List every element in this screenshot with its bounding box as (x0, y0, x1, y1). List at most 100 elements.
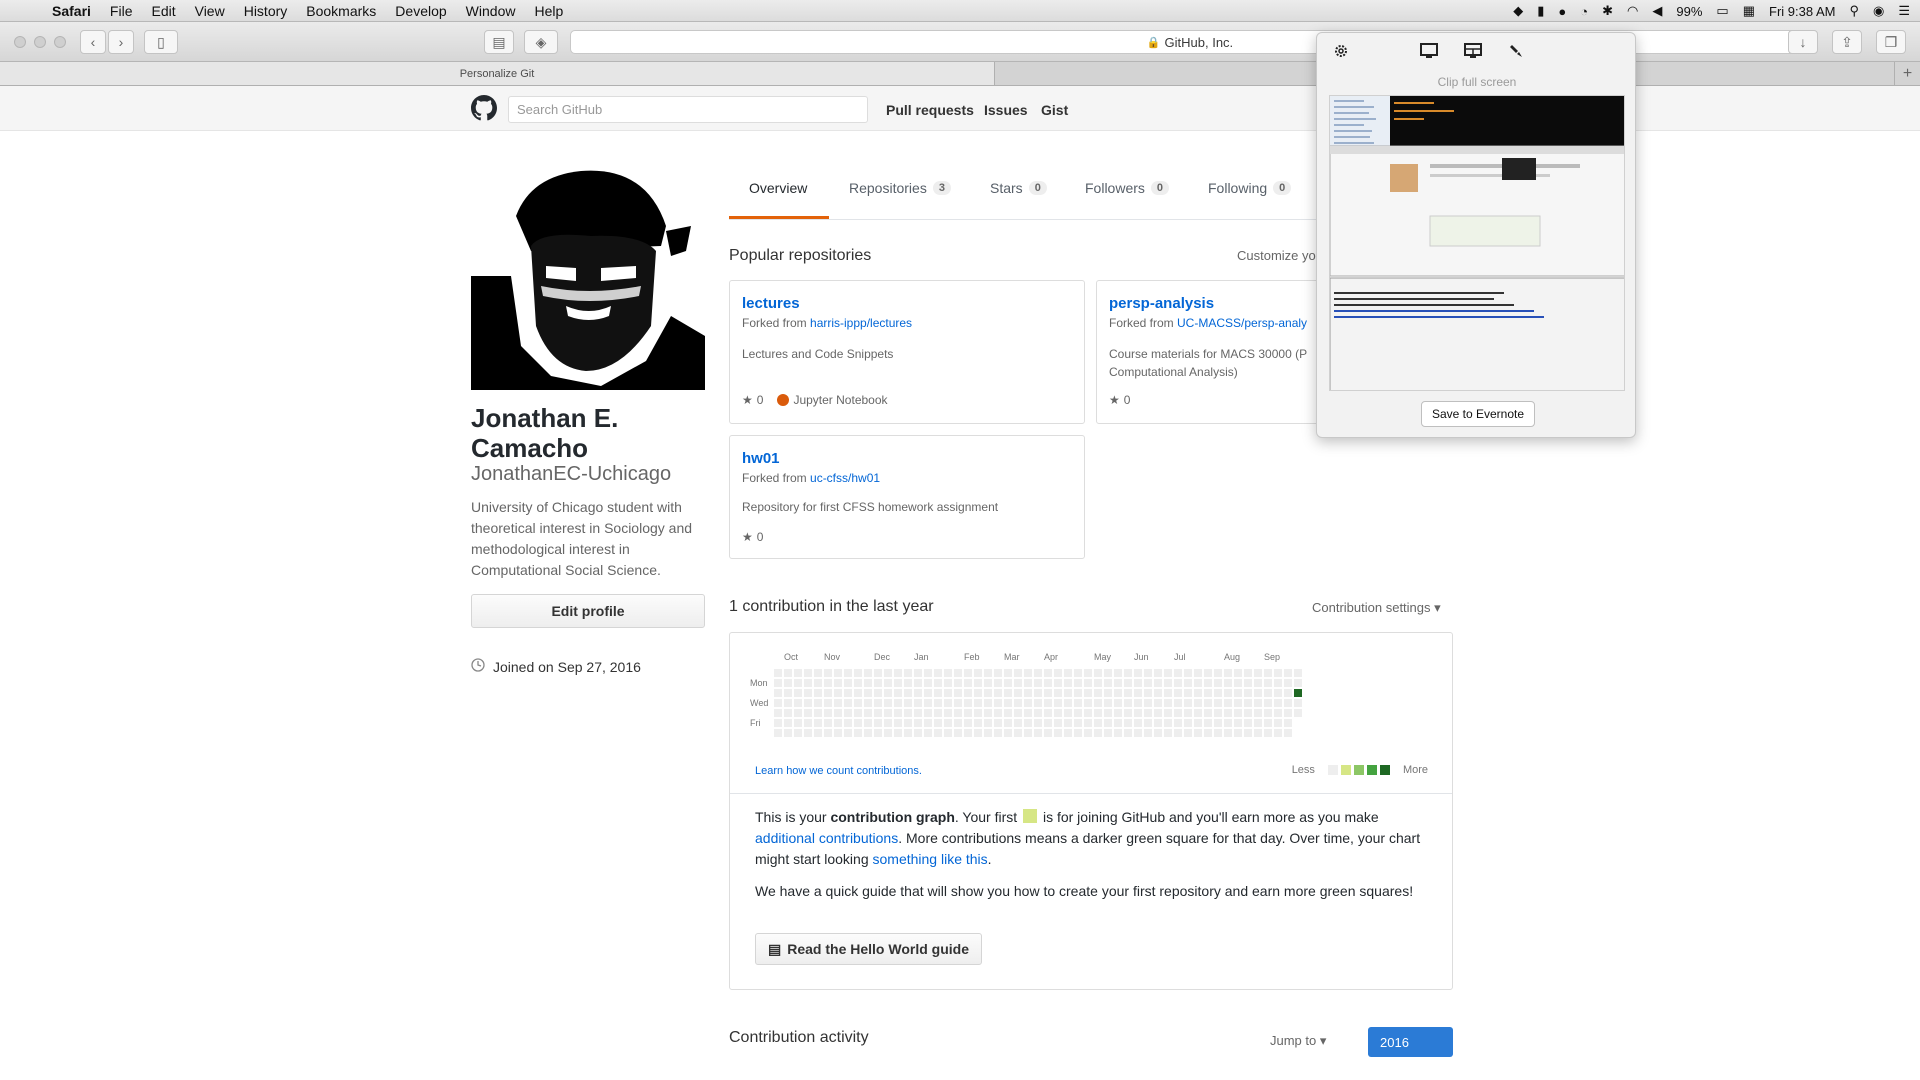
contribution-day[interactable] (1014, 689, 1022, 697)
contribution-day[interactable] (1244, 729, 1252, 737)
gear-icon[interactable] (1331, 41, 1351, 61)
contribution-day[interactable] (1044, 679, 1052, 687)
contribution-day[interactable] (1154, 669, 1162, 677)
forked-from-link[interactable]: UC-MACSS/persp-analy (1177, 316, 1307, 330)
contribution-day[interactable] (1164, 709, 1172, 717)
contribution-day[interactable] (864, 719, 872, 727)
contribution-day[interactable] (984, 729, 992, 737)
contribution-day[interactable] (874, 679, 882, 687)
contribution-day[interactable] (1114, 689, 1122, 697)
contribution-day[interactable] (1124, 719, 1132, 727)
contribution-day[interactable] (1024, 729, 1032, 737)
contribution-day[interactable] (774, 699, 782, 707)
contribution-day[interactable] (894, 719, 902, 727)
contribution-day[interactable] (984, 699, 992, 707)
contribution-day[interactable] (1214, 729, 1222, 737)
contribution-day[interactable] (954, 709, 962, 717)
contribution-day[interactable] (794, 699, 802, 707)
contribution-day[interactable] (1114, 699, 1122, 707)
contribution-day[interactable] (784, 689, 792, 697)
contribution-day[interactable] (1214, 679, 1222, 687)
contribution-day[interactable] (1094, 729, 1102, 737)
contribution-day[interactable] (1264, 689, 1272, 697)
contribution-day[interactable] (1174, 689, 1182, 697)
contribution-day[interactable] (984, 719, 992, 727)
contribution-day[interactable] (1114, 709, 1122, 717)
contribution-day[interactable] (864, 689, 872, 697)
contribution-day[interactable] (1224, 679, 1232, 687)
zoom-window-button[interactable] (54, 36, 66, 48)
contribution-day[interactable] (1044, 729, 1052, 737)
contribution-day[interactable] (1144, 729, 1152, 737)
contribution-day[interactable] (1034, 679, 1042, 687)
contribution-day[interactable] (1104, 729, 1112, 737)
contribution-day[interactable] (784, 699, 792, 707)
contribution-day[interactable] (804, 669, 812, 677)
contribution-day[interactable] (974, 709, 982, 717)
contribution-day[interactable] (1284, 669, 1292, 677)
menu-view[interactable]: View (195, 3, 225, 19)
contribution-day[interactable] (1264, 679, 1272, 687)
avatar[interactable] (471, 156, 705, 390)
contribution-day[interactable] (1274, 729, 1282, 737)
contribution-day[interactable] (1214, 709, 1222, 717)
contribution-day[interactable] (1064, 669, 1072, 677)
contribution-day[interactable] (1184, 679, 1192, 687)
contribution-day[interactable] (864, 729, 872, 737)
contribution-day[interactable] (1124, 699, 1132, 707)
contribution-day[interactable] (964, 689, 972, 697)
contribution-day[interactable] (774, 679, 782, 687)
github-logo-icon[interactable] (471, 95, 497, 121)
contribution-day[interactable] (934, 669, 942, 677)
contribution-day[interactable] (1204, 689, 1212, 697)
contribution-day[interactable] (854, 719, 862, 727)
contribution-day[interactable] (1094, 679, 1102, 687)
contribution-day[interactable] (1244, 669, 1252, 677)
contribution-day[interactable] (1114, 719, 1122, 727)
contribution-day[interactable] (884, 679, 892, 687)
bluetooth-icon[interactable]: ✱ (1602, 3, 1613, 19)
contribution-day[interactable] (944, 709, 952, 717)
contribution-day[interactable] (1294, 699, 1302, 707)
contribution-day[interactable] (884, 689, 892, 697)
contribution-day[interactable] (924, 719, 932, 727)
contribution-day[interactable] (1134, 709, 1142, 717)
contribution-day[interactable] (1254, 699, 1262, 707)
contribution-day[interactable] (1134, 669, 1142, 677)
contribution-day[interactable] (1034, 669, 1042, 677)
contribution-day[interactable] (954, 729, 962, 737)
contribution-day[interactable] (1024, 689, 1032, 697)
contribution-day[interactable] (954, 679, 962, 687)
contribution-day[interactable] (1074, 709, 1082, 717)
contribution-day[interactable] (1054, 679, 1062, 687)
contribution-day[interactable] (1214, 719, 1222, 727)
contribution-day[interactable] (1064, 689, 1072, 697)
contribution-day[interactable] (804, 729, 812, 737)
contribution-day[interactable] (794, 679, 802, 687)
contribution-day[interactable] (954, 669, 962, 677)
contribution-day[interactable] (974, 689, 982, 697)
contribution-day[interactable] (974, 699, 982, 707)
contribution-day[interactable] (934, 699, 942, 707)
contribution-day[interactable] (1284, 679, 1292, 687)
contribution-day[interactable] (1144, 669, 1152, 677)
contribution-day[interactable] (1054, 669, 1062, 677)
contribution-day[interactable] (1064, 719, 1072, 727)
contribution-day[interactable] (1034, 719, 1042, 727)
contribution-day[interactable] (1014, 699, 1022, 707)
contribution-day[interactable] (854, 729, 862, 737)
contribution-day[interactable] (1104, 699, 1112, 707)
customize-pins-link[interactable]: Customize yo (1237, 248, 1316, 263)
contribution-day[interactable] (934, 689, 942, 697)
contribution-day[interactable] (994, 699, 1002, 707)
contribution-day[interactable] (1244, 679, 1252, 687)
contribution-day[interactable] (1284, 709, 1292, 717)
contribution-day[interactable] (894, 709, 902, 717)
contribution-day[interactable] (964, 729, 972, 737)
contribution-day[interactable] (1194, 699, 1202, 707)
contribution-day[interactable] (904, 689, 912, 697)
contribution-day[interactable] (1274, 699, 1282, 707)
contribution-day[interactable] (884, 699, 892, 707)
contribution-day[interactable] (834, 719, 842, 727)
contribution-day[interactable] (834, 669, 842, 677)
